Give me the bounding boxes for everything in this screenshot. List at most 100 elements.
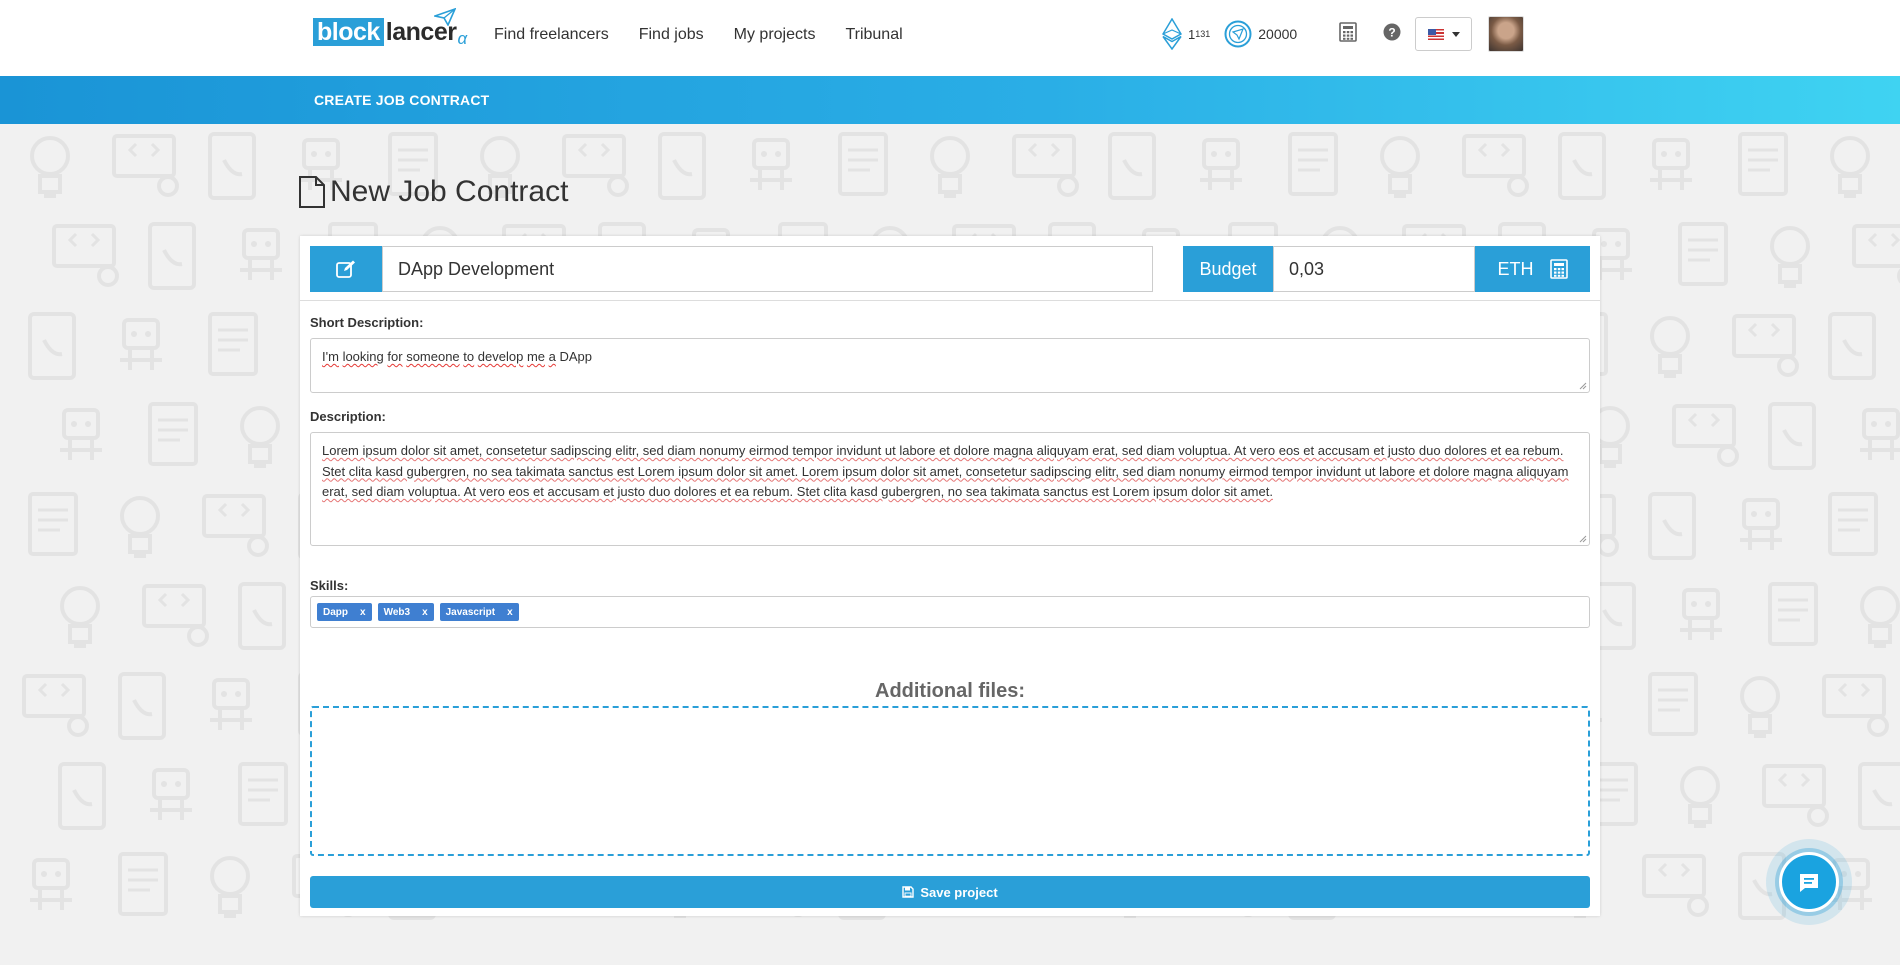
short-description-word: someone	[406, 349, 460, 364]
background-doodle-icon	[1648, 492, 1696, 560]
background-doodle-icon	[58, 762, 106, 830]
skill-tag-label: Web3	[383, 606, 411, 618]
background-doodle-icon	[28, 492, 78, 556]
title-budget-row: Budget ETH	[310, 246, 1590, 292]
help-button[interactable]: ?	[1383, 23, 1401, 46]
skills-input[interactable]: Dapp x Web3 x Javascript x	[310, 596, 1590, 628]
svg-text:?: ?	[1389, 25, 1396, 39]
background-doodle-icon	[1860, 408, 1900, 460]
description-label: Description:	[310, 409, 386, 424]
nav-my-projects[interactable]: My projects	[734, 24, 816, 46]
save-project-button[interactable]: Save project	[310, 876, 1590, 908]
background-doodle-icon	[30, 136, 70, 198]
background-doodle-icon	[1822, 674, 1889, 737]
skill-tag: Web3 x	[377, 603, 434, 621]
language-dropdown[interactable]	[1415, 17, 1473, 51]
description-textarea[interactable]: Lorem ipsum dolor sit amet, consetetur s…	[310, 432, 1590, 546]
token-balance[interactable]: 20000	[1224, 20, 1297, 48]
background-doodle-icon	[240, 228, 282, 280]
background-doodle-icon	[112, 134, 179, 197]
background-doodle-icon	[1200, 138, 1242, 190]
page-header-bar: CREATE JOB CONTRACT	[0, 76, 1900, 124]
main-nav: Find freelancers Find jobs My projects T…	[494, 24, 933, 46]
description-text: Lorem ipsum dolor sit amet, consetetur s…	[322, 443, 1569, 499]
edit-title-addon	[310, 246, 382, 292]
help-icon: ?	[1383, 23, 1401, 40]
skill-tag-label: Javascript	[445, 606, 496, 618]
background-doodle-icon	[1768, 582, 1818, 646]
job-contract-form: Budget ETH Short Description: I'm lookin…	[300, 236, 1600, 916]
skill-tag: Javascript x	[439, 603, 519, 621]
resize-grip-icon[interactable]	[1579, 382, 1587, 390]
background-doodle-icon	[562, 134, 629, 197]
short-description-word: DApp	[559, 349, 593, 364]
nav-find-jobs[interactable]: Find jobs	[639, 24, 704, 46]
chat-button[interactable]	[1779, 852, 1839, 912]
budget-label: Budget	[1183, 246, 1273, 292]
background-doodle-icon	[238, 582, 286, 650]
background-doodle-icon	[1558, 132, 1606, 200]
background-doodle-icon	[1380, 136, 1420, 198]
additional-files-title: Additional files:	[875, 680, 1025, 702]
background-doodle-icon	[1732, 314, 1799, 377]
short-description-text: I'm looking for someone to develop me a …	[322, 349, 592, 364]
ethereum-icon	[1162, 18, 1182, 50]
us-flag-icon	[1427, 28, 1444, 40]
eth-balance-value: 1	[1188, 26, 1196, 42]
calculator-button[interactable]	[1339, 21, 1358, 47]
eth-balance[interactable]: 1 131	[1162, 18, 1210, 50]
brand-logo[interactable]: block lancer α	[313, 8, 468, 52]
short-description-textarea[interactable]: I'm looking for someone to develop me a …	[310, 338, 1590, 393]
background-doodle-icon	[1830, 136, 1870, 198]
background-doodle-icon	[1740, 676, 1780, 738]
floppy-disk-icon	[902, 886, 915, 898]
remove-skill-button[interactable]: x	[422, 607, 428, 618]
background-doodle-icon	[148, 402, 198, 466]
file-dropzone[interactable]	[310, 706, 1590, 856]
resize-grip-icon[interactable]	[1579, 535, 1587, 543]
background-doodle-icon	[1672, 404, 1739, 467]
background-doodle-icon	[1680, 588, 1722, 640]
background-doodle-icon	[1770, 226, 1810, 288]
background-doodle-icon	[930, 136, 970, 198]
background-doodle-icon	[1650, 138, 1692, 190]
background-doodle-icon	[148, 222, 196, 290]
nav-find-freelancers[interactable]: Find freelancers	[494, 24, 609, 46]
budget-input[interactable]	[1273, 246, 1475, 292]
background-doodle-icon	[150, 768, 192, 820]
page-title: New Job Contract	[298, 175, 568, 209]
nav-tribunal[interactable]: Tribunal	[845, 24, 902, 46]
background-doodle-icon	[1642, 854, 1709, 917]
chat-widget	[1766, 839, 1852, 925]
background-doodle-icon	[1650, 316, 1690, 378]
calculator-icon	[1549, 259, 1568, 279]
background-doodle-icon	[142, 584, 209, 647]
remove-skill-button[interactable]: x	[360, 607, 366, 618]
short-description-word: to	[463, 349, 475, 364]
short-description-word: I'm	[322, 349, 339, 364]
user-avatar[interactable]	[1488, 16, 1525, 52]
background-doodle-icon	[240, 406, 280, 468]
calculator-icon	[1339, 21, 1358, 42]
background-doodle-icon	[1012, 134, 1079, 197]
background-doodle-icon	[202, 494, 269, 557]
background-doodle-icon	[1858, 762, 1900, 830]
background-doodle-icon	[208, 312, 258, 376]
short-description-word: me	[526, 349, 545, 364]
skill-tag-label: Dapp	[323, 606, 348, 618]
background-doodle-icon	[208, 132, 256, 200]
background-doodle-icon	[1678, 222, 1728, 286]
logo-main-text: block	[313, 18, 384, 46]
background-doodle-icon	[118, 672, 166, 740]
top-navbar: block lancer α Find freelancers Find job…	[0, 0, 1900, 76]
background-doodle-icon	[1860, 586, 1900, 648]
eth-balance-superscript: 131	[1195, 29, 1211, 39]
job-title-input[interactable]	[382, 246, 1153, 292]
background-doodle-icon	[1768, 402, 1816, 470]
background-doodle-icon	[60, 586, 100, 648]
remove-skill-button[interactable]: x	[507, 607, 513, 618]
currency-calculator-button[interactable]: ETH	[1475, 246, 1590, 292]
skill-tag: Dapp x	[317, 603, 372, 621]
background-doodle-icon	[658, 132, 706, 200]
logo-alpha-text: α	[457, 29, 468, 48]
